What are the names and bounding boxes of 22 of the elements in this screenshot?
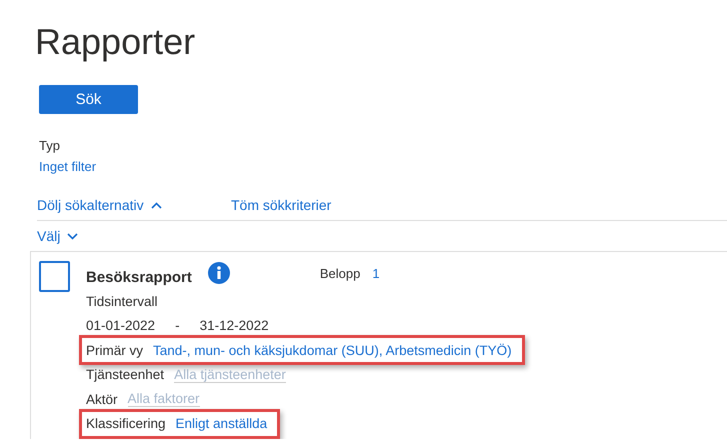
page-title: Rapporter xyxy=(35,20,196,64)
end-date: 31-12-2022 xyxy=(200,318,269,334)
report-name: Besöksrapport xyxy=(86,269,192,286)
amount-label: Belopp xyxy=(320,266,360,281)
select-dropdown[interactable]: Välj xyxy=(37,228,60,244)
filter-label: Aktör xyxy=(86,392,118,407)
section-label: Tidsintervall xyxy=(86,294,158,309)
search-button[interactable]: Sök xyxy=(39,85,138,114)
clear-criteria-link[interactable]: Töm sökkriterier xyxy=(231,197,332,213)
toggle-options-link[interactable]: Dölj sökalternativ xyxy=(37,197,144,213)
filter-label: Tjänsteenhet xyxy=(86,367,164,382)
filter-value[interactable]: Enligt anställda xyxy=(176,416,268,432)
filter-label: Primär vy xyxy=(86,342,143,358)
filter-value[interactable]: Tand-, mun- och käksjukdomar (SUU), Arbetsmedicin (TYÖ) xyxy=(153,342,512,358)
report-checkbox[interactable] xyxy=(39,261,70,292)
amount-value[interactable]: 1 xyxy=(372,266,380,281)
date-separator: - xyxy=(175,318,180,334)
filter-label: Klassificering xyxy=(86,416,166,432)
start-date: 01-01-2022 xyxy=(86,318,156,334)
type-filter-link[interactable]: Inget filter xyxy=(39,156,96,177)
type-label: Typ xyxy=(39,137,60,155)
info-icon[interactable] xyxy=(208,262,230,284)
